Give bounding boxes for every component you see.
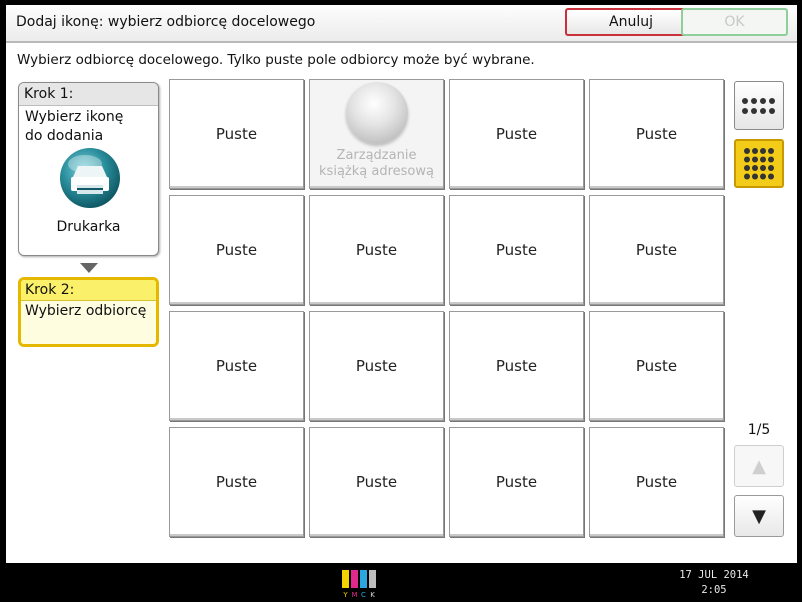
address-book-label-line-1: Zarządzanie <box>336 148 417 163</box>
small-grid-icon <box>742 97 775 114</box>
toner-label-k: K <box>370 591 375 598</box>
step-arrow-down-icon <box>80 263 98 273</box>
destination-grid: Puste Zarządzanie książką adresową Puste… <box>169 79 725 539</box>
step-1-heading: Krok 1: <box>19 83 158 106</box>
date-text: 17 JUL 2014 <box>679 569 749 581</box>
small-grid-view-button[interactable] <box>734 81 784 130</box>
time-text: 2:05 <box>701 584 727 596</box>
grid-cell[interactable]: Puste <box>309 427 444 537</box>
grid-cell[interactable]: Puste <box>309 195 444 305</box>
grid-cell[interactable]: Puste <box>589 311 724 421</box>
ok-button[interactable]: OK <box>681 8 788 36</box>
grid-cell[interactable]: Puste <box>309 311 444 421</box>
grid-cell[interactable]: Puste <box>169 427 304 537</box>
screen: Dodaj ikonę: wybierz odbiorcę docelowego… <box>6 5 797 563</box>
step-1-line-1: Wybierz ikonę <box>25 109 124 125</box>
date-time-display: 17 JUL 2014 2:05 <box>672 568 756 598</box>
step-2-panel: Krok 2: Wybierz odbiorcę <box>18 277 159 347</box>
cancel-button[interactable]: Anuluj <box>565 8 697 36</box>
grid-cell[interactable]: Puste <box>449 79 584 189</box>
large-grid-icon <box>744 147 774 179</box>
grid-cell[interactable]: Puste <box>449 427 584 537</box>
page-indicator: 1/5 <box>747 422 771 438</box>
address-book-cell: Zarządzanie książką adresową <box>309 79 444 189</box>
step-1-panel: Krok 1: Wybierz ikonę do dodania Drukark… <box>18 82 159 256</box>
page-title: Dodaj ikonę: wybierz odbiorcę docelowego <box>16 14 316 30</box>
address-book-icon <box>345 82 408 144</box>
instruction-text: Wybierz odbiorcę docelowego. Tylko puste… <box>17 52 535 68</box>
triangle-down-icon: ▼ <box>752 505 766 527</box>
step-2-heading: Krok 2: <box>21 280 156 301</box>
toner-level-icon: Y M C K <box>342 570 376 598</box>
grid-cell[interactable]: Puste <box>589 427 724 537</box>
toner-label-c: C <box>361 591 366 598</box>
grid-cell[interactable]: Puste <box>169 195 304 305</box>
step-1-description: Wybierz ikonę do dodania <box>19 106 158 148</box>
printer-icon <box>59 147 121 209</box>
grid-cell[interactable]: Puste <box>169 79 304 189</box>
toner-label-y: Y <box>342 591 348 598</box>
grid-cell[interactable]: Puste <box>449 311 584 421</box>
page-up-button[interactable]: ▲ <box>734 445 784 487</box>
page-down-button[interactable]: ▼ <box>734 495 784 537</box>
title-bar: Dodaj ikonę: wybierz odbiorcę docelowego… <box>6 5 797 43</box>
step-1-line-2: do dodania <box>25 128 104 144</box>
toner-label-m: M <box>351 591 357 598</box>
large-grid-view-button[interactable] <box>734 139 784 188</box>
step-2-description: Wybierz odbiorcę <box>21 301 156 344</box>
step-1-selected-label: Drukarka <box>56 219 121 235</box>
grid-cell[interactable]: Puste <box>449 195 584 305</box>
triangle-up-icon: ▲ <box>752 455 766 477</box>
address-book-label-line-2: książką adresową <box>319 164 434 179</box>
grid-cell[interactable]: Puste <box>589 195 724 305</box>
grid-cell[interactable]: Puste <box>589 79 724 189</box>
grid-cell[interactable]: Puste <box>169 311 304 421</box>
address-book-label: Zarządzanie książką adresową <box>319 148 434 180</box>
